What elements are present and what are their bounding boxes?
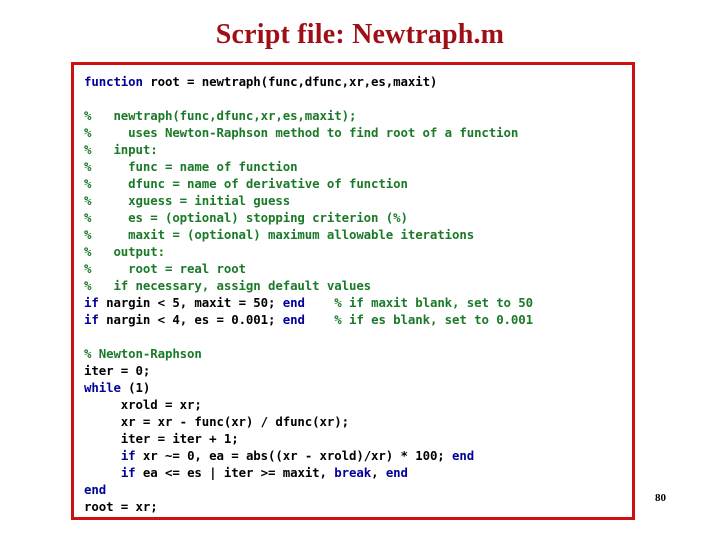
code-line: if nargin < 4, es = 0.001; end % if es b… bbox=[84, 311, 632, 328]
code-token-kw: if bbox=[120, 448, 136, 463]
code-listing: function root = newtraph(func,dfunc,xr,e… bbox=[84, 73, 632, 515]
code-token-comment: % if es blank, set to 0.001 bbox=[334, 312, 533, 327]
page-number: 80 bbox=[655, 492, 666, 504]
code-line: xr = xr - func(xr) / dfunc(xr); bbox=[84, 413, 632, 430]
code-line: if nargin < 5, maxit = 50; end % if maxi… bbox=[84, 294, 632, 311]
code-line: iter = iter + 1; bbox=[84, 430, 632, 447]
code-line: % es = (optional) stopping criterion (%) bbox=[84, 209, 632, 226]
code-token-comment: % if necessary, assign default values bbox=[84, 278, 372, 293]
code-line: % if necessary, assign default values bbox=[84, 277, 632, 294]
code-token-plain: xrold = xr; bbox=[84, 397, 202, 412]
code-line: % Newton-Raphson bbox=[84, 345, 632, 362]
code-line: % newtraph(func,dfunc,xr,es,maxit); bbox=[84, 107, 632, 124]
code-line: xrold = xr; bbox=[84, 396, 632, 413]
code-line: while (1) bbox=[84, 379, 632, 396]
code-token-kw: end bbox=[282, 295, 305, 310]
code-token-kw: end bbox=[84, 482, 107, 497]
code-token-kw: end bbox=[282, 312, 305, 327]
code-token-kw: function bbox=[84, 74, 143, 89]
code-line: % xguess = initial guess bbox=[84, 192, 632, 209]
code-line: end bbox=[84, 481, 632, 498]
code-line: function root = newtraph(func,dfunc,xr,e… bbox=[84, 73, 632, 90]
code-token-comment: % xguess = initial guess bbox=[84, 193, 291, 208]
code-token-plain: iter = 0; bbox=[84, 363, 151, 378]
code-line: % output: bbox=[84, 243, 632, 260]
code-token-plain: root = xr; bbox=[84, 499, 158, 514]
code-listing-box: function root = newtraph(func,dfunc,xr,e… bbox=[71, 62, 635, 520]
code-token-comment: % uses Newton-Raphson method to find roo… bbox=[84, 125, 519, 140]
code-token-plain: root = newtraph(func,dfunc,xr,es,maxit) bbox=[142, 74, 438, 89]
code-token-plain: xr ~= 0, ea = abs((xr - xrold)/xr) * 100… bbox=[135, 448, 453, 463]
code-line: % func = name of function bbox=[84, 158, 632, 175]
code-token-kw: if bbox=[84, 312, 99, 327]
code-token-kw: end bbox=[452, 448, 475, 463]
code-token-kw: end bbox=[385, 465, 408, 480]
page-title: Script file: Newtraph.m bbox=[215, 19, 505, 50]
code-token-plain: , bbox=[371, 465, 386, 480]
code-line: % uses Newton-Raphson method to find roo… bbox=[84, 124, 632, 141]
code-line: if ea <= es | iter >= maxit, break, end bbox=[84, 464, 632, 481]
code-token-comment: % es = (optional) stopping criterion (%) bbox=[84, 210, 408, 225]
code-token-comment: % func = name of function bbox=[84, 159, 298, 174]
code-token-plain: (1) bbox=[120, 380, 151, 395]
code-token-comment: % output: bbox=[84, 244, 165, 259]
code-token-comment: % newtraph(func,dfunc,xr,es,maxit); bbox=[84, 108, 357, 123]
code-line: if xr ~= 0, ea = abs((xr - xrold)/xr) * … bbox=[84, 447, 632, 464]
code-line: % dfunc = name of derivative of function bbox=[84, 175, 632, 192]
code-token-plain: ea <= es | iter >= maxit, bbox=[135, 465, 335, 480]
code-token-kw: if bbox=[84, 295, 99, 310]
code-token-kw: break bbox=[334, 465, 372, 480]
code-token-kw: while bbox=[84, 380, 121, 395]
code-line: % input: bbox=[84, 141, 632, 158]
code-token-comment: % maxit = (optional) maximum allowable i… bbox=[84, 227, 475, 242]
code-token-comment: % Newton-Raphson bbox=[84, 346, 202, 361]
code-token-comment: % root = real root bbox=[84, 261, 246, 276]
presentation-slide: Script file: Newtraph.m function root = … bbox=[0, 0, 720, 540]
code-token-comment: % dfunc = name of derivative of function bbox=[84, 176, 408, 191]
code-token-plain: nargin < 4, es = 0.001; bbox=[98, 312, 283, 327]
code-token-kw: if bbox=[120, 465, 136, 480]
code-line: % root = real root bbox=[84, 260, 632, 277]
code-token-plain: iter = iter + 1; bbox=[84, 431, 239, 446]
code-token-comment: % if maxit blank, set to 50 bbox=[334, 295, 533, 310]
code-line: iter = 0; bbox=[84, 362, 632, 379]
code-token-plain: xr = xr - func(xr) / dfunc(xr); bbox=[84, 414, 349, 429]
code-token-comment: % input: bbox=[84, 142, 158, 157]
code-line: root = xr; bbox=[84, 498, 632, 515]
code-token-plain: nargin < 5, maxit = 50; bbox=[98, 295, 283, 310]
code-line: % maxit = (optional) maximum allowable i… bbox=[84, 226, 632, 243]
